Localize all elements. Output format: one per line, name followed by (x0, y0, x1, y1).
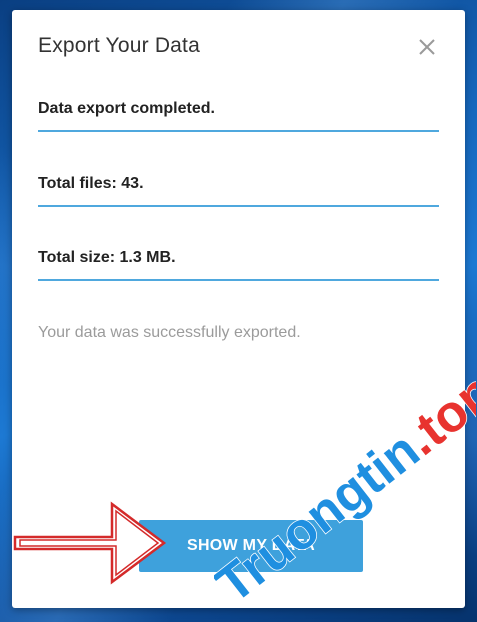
dialog-title: Export Your Data (38, 34, 200, 57)
close-button[interactable] (416, 36, 438, 58)
watermark-text: Truongtin.top (214, 370, 476, 614)
export-status-field: Data export completed. (38, 100, 439, 132)
close-icon (419, 39, 435, 55)
site-watermark: Truongtin.top (214, 370, 476, 615)
right-arrow-icon (13, 501, 167, 585)
success-message: Your data was successfully exported. (38, 324, 301, 341)
total-files-field: Total files: 43. (38, 175, 439, 207)
total-files-text: Total files: 43. (38, 175, 144, 192)
total-size-field: Total size: 1.3 MB. (38, 249, 439, 281)
total-size-text: Total size: 1.3 MB. (38, 249, 176, 266)
export-status-text: Data export completed. (38, 100, 215, 117)
